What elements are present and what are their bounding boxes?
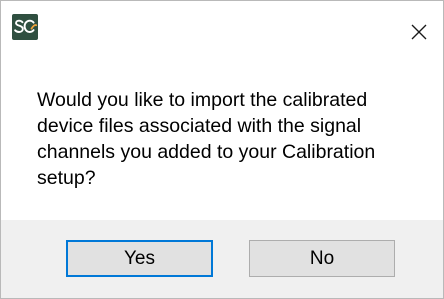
close-icon	[411, 24, 427, 40]
title-bar[interactable]	[1, 1, 443, 63]
dialog-message: Would you like to import the calibrated …	[37, 89, 376, 189]
yes-button[interactable]: Yes	[66, 240, 213, 277]
sc-app-icon	[12, 14, 38, 40]
dialog-footer: Yes No	[1, 220, 443, 298]
dialog-content: Would you like to import the calibrated …	[1, 63, 443, 220]
dialog-window: Would you like to import the calibrated …	[0, 0, 444, 299]
no-button[interactable]: No	[249, 240, 395, 277]
close-button[interactable]	[395, 1, 443, 63]
